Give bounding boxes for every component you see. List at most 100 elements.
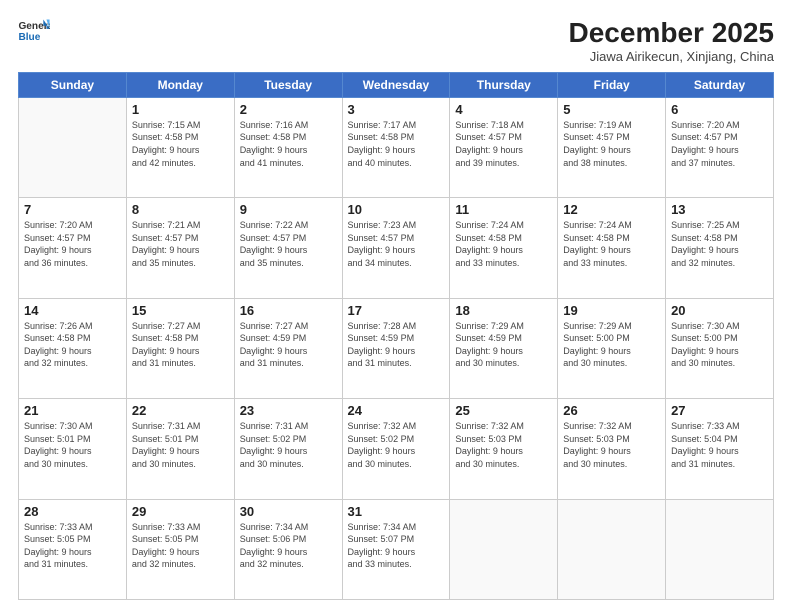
header-row: SundayMondayTuesdayWednesdayThursdayFrid… xyxy=(19,72,774,97)
calendar-cell: 7 Sunrise: 7:20 AM Sunset: 4:57 PM Daylig… xyxy=(19,198,127,298)
calendar-cell: 25 Sunrise: 7:32 AM Sunset: 5:03 PM Dayli… xyxy=(450,399,558,499)
header-cell-sunday: Sunday xyxy=(19,72,127,97)
day-info: Sunrise: 7:18 AM Sunset: 4:57 PM Dayligh… xyxy=(455,119,552,169)
day-number: 14 xyxy=(24,303,121,318)
calendar-cell: 12Sunrise: 7:24 AM Sunset: 4:58 PM Dayli… xyxy=(558,198,666,298)
week-row-3: 14Sunrise: 7:26 AM Sunset: 4:58 PM Dayli… xyxy=(19,298,774,398)
day-info: Sunrise: 7:33 AM Sunset: 5:05 PM Dayligh… xyxy=(132,521,229,571)
calendar-cell: 17Sunrise: 7:28 AM Sunset: 4:59 PM Dayli… xyxy=(342,298,450,398)
day-number: 18 xyxy=(455,303,552,318)
header: General Blue December 2025 Jiawa Airikec… xyxy=(18,18,774,64)
day-info: Sunrise: 7:24 AM Sunset: 4:58 PM Dayligh… xyxy=(455,219,552,269)
day-number: 23 xyxy=(240,403,337,418)
day-info: Sunrise: 7:31 AM Sunset: 5:02 PM Dayligh… xyxy=(240,420,337,470)
week-row-4: 21 Sunrise: 7:30 AM Sunset: 5:01 PM Dayli… xyxy=(19,399,774,499)
day-number: 11 xyxy=(455,202,552,217)
calendar-cell xyxy=(558,499,666,599)
calendar-cell: 28 Sunrise: 7:33 AM Sunset: 5:05 PM Dayli… xyxy=(19,499,127,599)
calendar-cell: 27Sunrise: 7:33 AM Sunset: 5:04 PM Dayli… xyxy=(666,399,774,499)
calendar-cell: 1 Sunrise: 7:15 AM Sunset: 4:58 PM Daylig… xyxy=(126,97,234,197)
calendar-cell: 24Sunrise: 7:32 AM Sunset: 5:02 PM Dayli… xyxy=(342,399,450,499)
calendar-cell: 5 Sunrise: 7:19 AM Sunset: 4:57 PM Daylig… xyxy=(558,97,666,197)
day-info: Sunrise: 7:32 AM Sunset: 5:03 PM Dayligh… xyxy=(563,420,660,470)
day-info: Sunrise: 7:31 AM Sunset: 5:01 PM Dayligh… xyxy=(132,420,229,470)
day-number: 10 xyxy=(348,202,445,217)
day-number: 24 xyxy=(348,403,445,418)
day-number: 30 xyxy=(240,504,337,519)
day-info: Sunrise: 7:20 AM Sunset: 4:57 PM Dayligh… xyxy=(671,119,768,169)
calendar-cell: 3 Sunrise: 7:17 AM Sunset: 4:58 PM Daylig… xyxy=(342,97,450,197)
day-number: 20 xyxy=(671,303,768,318)
day-number: 22 xyxy=(132,403,229,418)
calendar-cell: 8 Sunrise: 7:21 AM Sunset: 4:57 PM Daylig… xyxy=(126,198,234,298)
day-number: 12 xyxy=(563,202,660,217)
day-number: 3 xyxy=(348,102,445,117)
day-number: 27 xyxy=(671,403,768,418)
day-info: Sunrise: 7:19 AM Sunset: 4:57 PM Dayligh… xyxy=(563,119,660,169)
calendar-cell xyxy=(450,499,558,599)
day-info: Sunrise: 7:32 AM Sunset: 5:03 PM Dayligh… xyxy=(455,420,552,470)
calendar-cell: 23 Sunrise: 7:31 AM Sunset: 5:02 PM Dayli… xyxy=(234,399,342,499)
logo-icon: General Blue xyxy=(18,18,50,46)
week-row-2: 7 Sunrise: 7:20 AM Sunset: 4:57 PM Daylig… xyxy=(19,198,774,298)
month-title: December 2025 xyxy=(569,18,774,49)
calendar-table: SundayMondayTuesdayWednesdayThursdayFrid… xyxy=(18,72,774,600)
day-info: Sunrise: 7:23 AM Sunset: 4:57 PM Dayligh… xyxy=(348,219,445,269)
title-block: December 2025 Jiawa Airikecun, Xinjiang,… xyxy=(569,18,774,64)
calendar-cell: 16 Sunrise: 7:27 AM Sunset: 4:59 PM Dayli… xyxy=(234,298,342,398)
page: General Blue December 2025 Jiawa Airikec… xyxy=(0,0,792,612)
day-number: 31 xyxy=(348,504,445,519)
header-cell-tuesday: Tuesday xyxy=(234,72,342,97)
day-info: Sunrise: 7:22 AM Sunset: 4:57 PM Dayligh… xyxy=(240,219,337,269)
calendar-cell: 21 Sunrise: 7:30 AM Sunset: 5:01 PM Dayli… xyxy=(19,399,127,499)
calendar-cell: 19Sunrise: 7:29 AM Sunset: 5:00 PM Dayli… xyxy=(558,298,666,398)
day-number: 29 xyxy=(132,504,229,519)
week-row-5: 28 Sunrise: 7:33 AM Sunset: 5:05 PM Dayli… xyxy=(19,499,774,599)
day-number: 16 xyxy=(240,303,337,318)
day-number: 4 xyxy=(455,102,552,117)
day-number: 17 xyxy=(348,303,445,318)
calendar-cell: 20Sunrise: 7:30 AM Sunset: 5:00 PM Dayli… xyxy=(666,298,774,398)
day-info: Sunrise: 7:27 AM Sunset: 4:59 PM Dayligh… xyxy=(240,320,337,370)
day-number: 25 xyxy=(455,403,552,418)
day-info: Sunrise: 7:15 AM Sunset: 4:58 PM Dayligh… xyxy=(132,119,229,169)
day-info: Sunrise: 7:30 AM Sunset: 5:01 PM Dayligh… xyxy=(24,420,121,470)
day-info: Sunrise: 7:21 AM Sunset: 4:57 PM Dayligh… xyxy=(132,219,229,269)
day-number: 21 xyxy=(24,403,121,418)
day-info: Sunrise: 7:34 AM Sunset: 5:06 PM Dayligh… xyxy=(240,521,337,571)
header-cell-saturday: Saturday xyxy=(666,72,774,97)
calendar-cell: 14Sunrise: 7:26 AM Sunset: 4:58 PM Dayli… xyxy=(19,298,127,398)
day-number: 2 xyxy=(240,102,337,117)
header-cell-monday: Monday xyxy=(126,72,234,97)
calendar-cell: 31 Sunrise: 7:34 AM Sunset: 5:07 PM Dayli… xyxy=(342,499,450,599)
calendar-cell xyxy=(19,97,127,197)
calendar-cell: 13Sunrise: 7:25 AM Sunset: 4:58 PM Dayli… xyxy=(666,198,774,298)
calendar-cell: 9 Sunrise: 7:22 AM Sunset: 4:57 PM Daylig… xyxy=(234,198,342,298)
day-number: 28 xyxy=(24,504,121,519)
day-number: 5 xyxy=(563,102,660,117)
calendar-cell: 15Sunrise: 7:27 AM Sunset: 4:58 PM Dayli… xyxy=(126,298,234,398)
day-info: Sunrise: 7:27 AM Sunset: 4:58 PM Dayligh… xyxy=(132,320,229,370)
week-row-1: 1 Sunrise: 7:15 AM Sunset: 4:58 PM Daylig… xyxy=(19,97,774,197)
day-number: 7 xyxy=(24,202,121,217)
day-number: 6 xyxy=(671,102,768,117)
svg-text:Blue: Blue xyxy=(18,32,40,43)
day-number: 9 xyxy=(240,202,337,217)
calendar-cell: 6 Sunrise: 7:20 AM Sunset: 4:57 PM Daylig… xyxy=(666,97,774,197)
calendar-cell: 2 Sunrise: 7:16 AM Sunset: 4:58 PM Daylig… xyxy=(234,97,342,197)
day-info: Sunrise: 7:34 AM Sunset: 5:07 PM Dayligh… xyxy=(348,521,445,571)
day-info: Sunrise: 7:16 AM Sunset: 4:58 PM Dayligh… xyxy=(240,119,337,169)
day-number: 1 xyxy=(132,102,229,117)
day-number: 8 xyxy=(132,202,229,217)
calendar-cell: 22 Sunrise: 7:31 AM Sunset: 5:01 PM Dayli… xyxy=(126,399,234,499)
day-info: Sunrise: 7:29 AM Sunset: 4:59 PM Dayligh… xyxy=(455,320,552,370)
day-info: Sunrise: 7:20 AM Sunset: 4:57 PM Dayligh… xyxy=(24,219,121,269)
calendar-cell: 26 Sunrise: 7:32 AM Sunset: 5:03 PM Dayli… xyxy=(558,399,666,499)
logo: General Blue xyxy=(18,18,50,46)
day-info: Sunrise: 7:17 AM Sunset: 4:58 PM Dayligh… xyxy=(348,119,445,169)
header-cell-wednesday: Wednesday xyxy=(342,72,450,97)
calendar-cell: 11 Sunrise: 7:24 AM Sunset: 4:58 PM Dayli… xyxy=(450,198,558,298)
day-info: Sunrise: 7:33 AM Sunset: 5:05 PM Dayligh… xyxy=(24,521,121,571)
calendar-cell xyxy=(666,499,774,599)
day-number: 26 xyxy=(563,403,660,418)
